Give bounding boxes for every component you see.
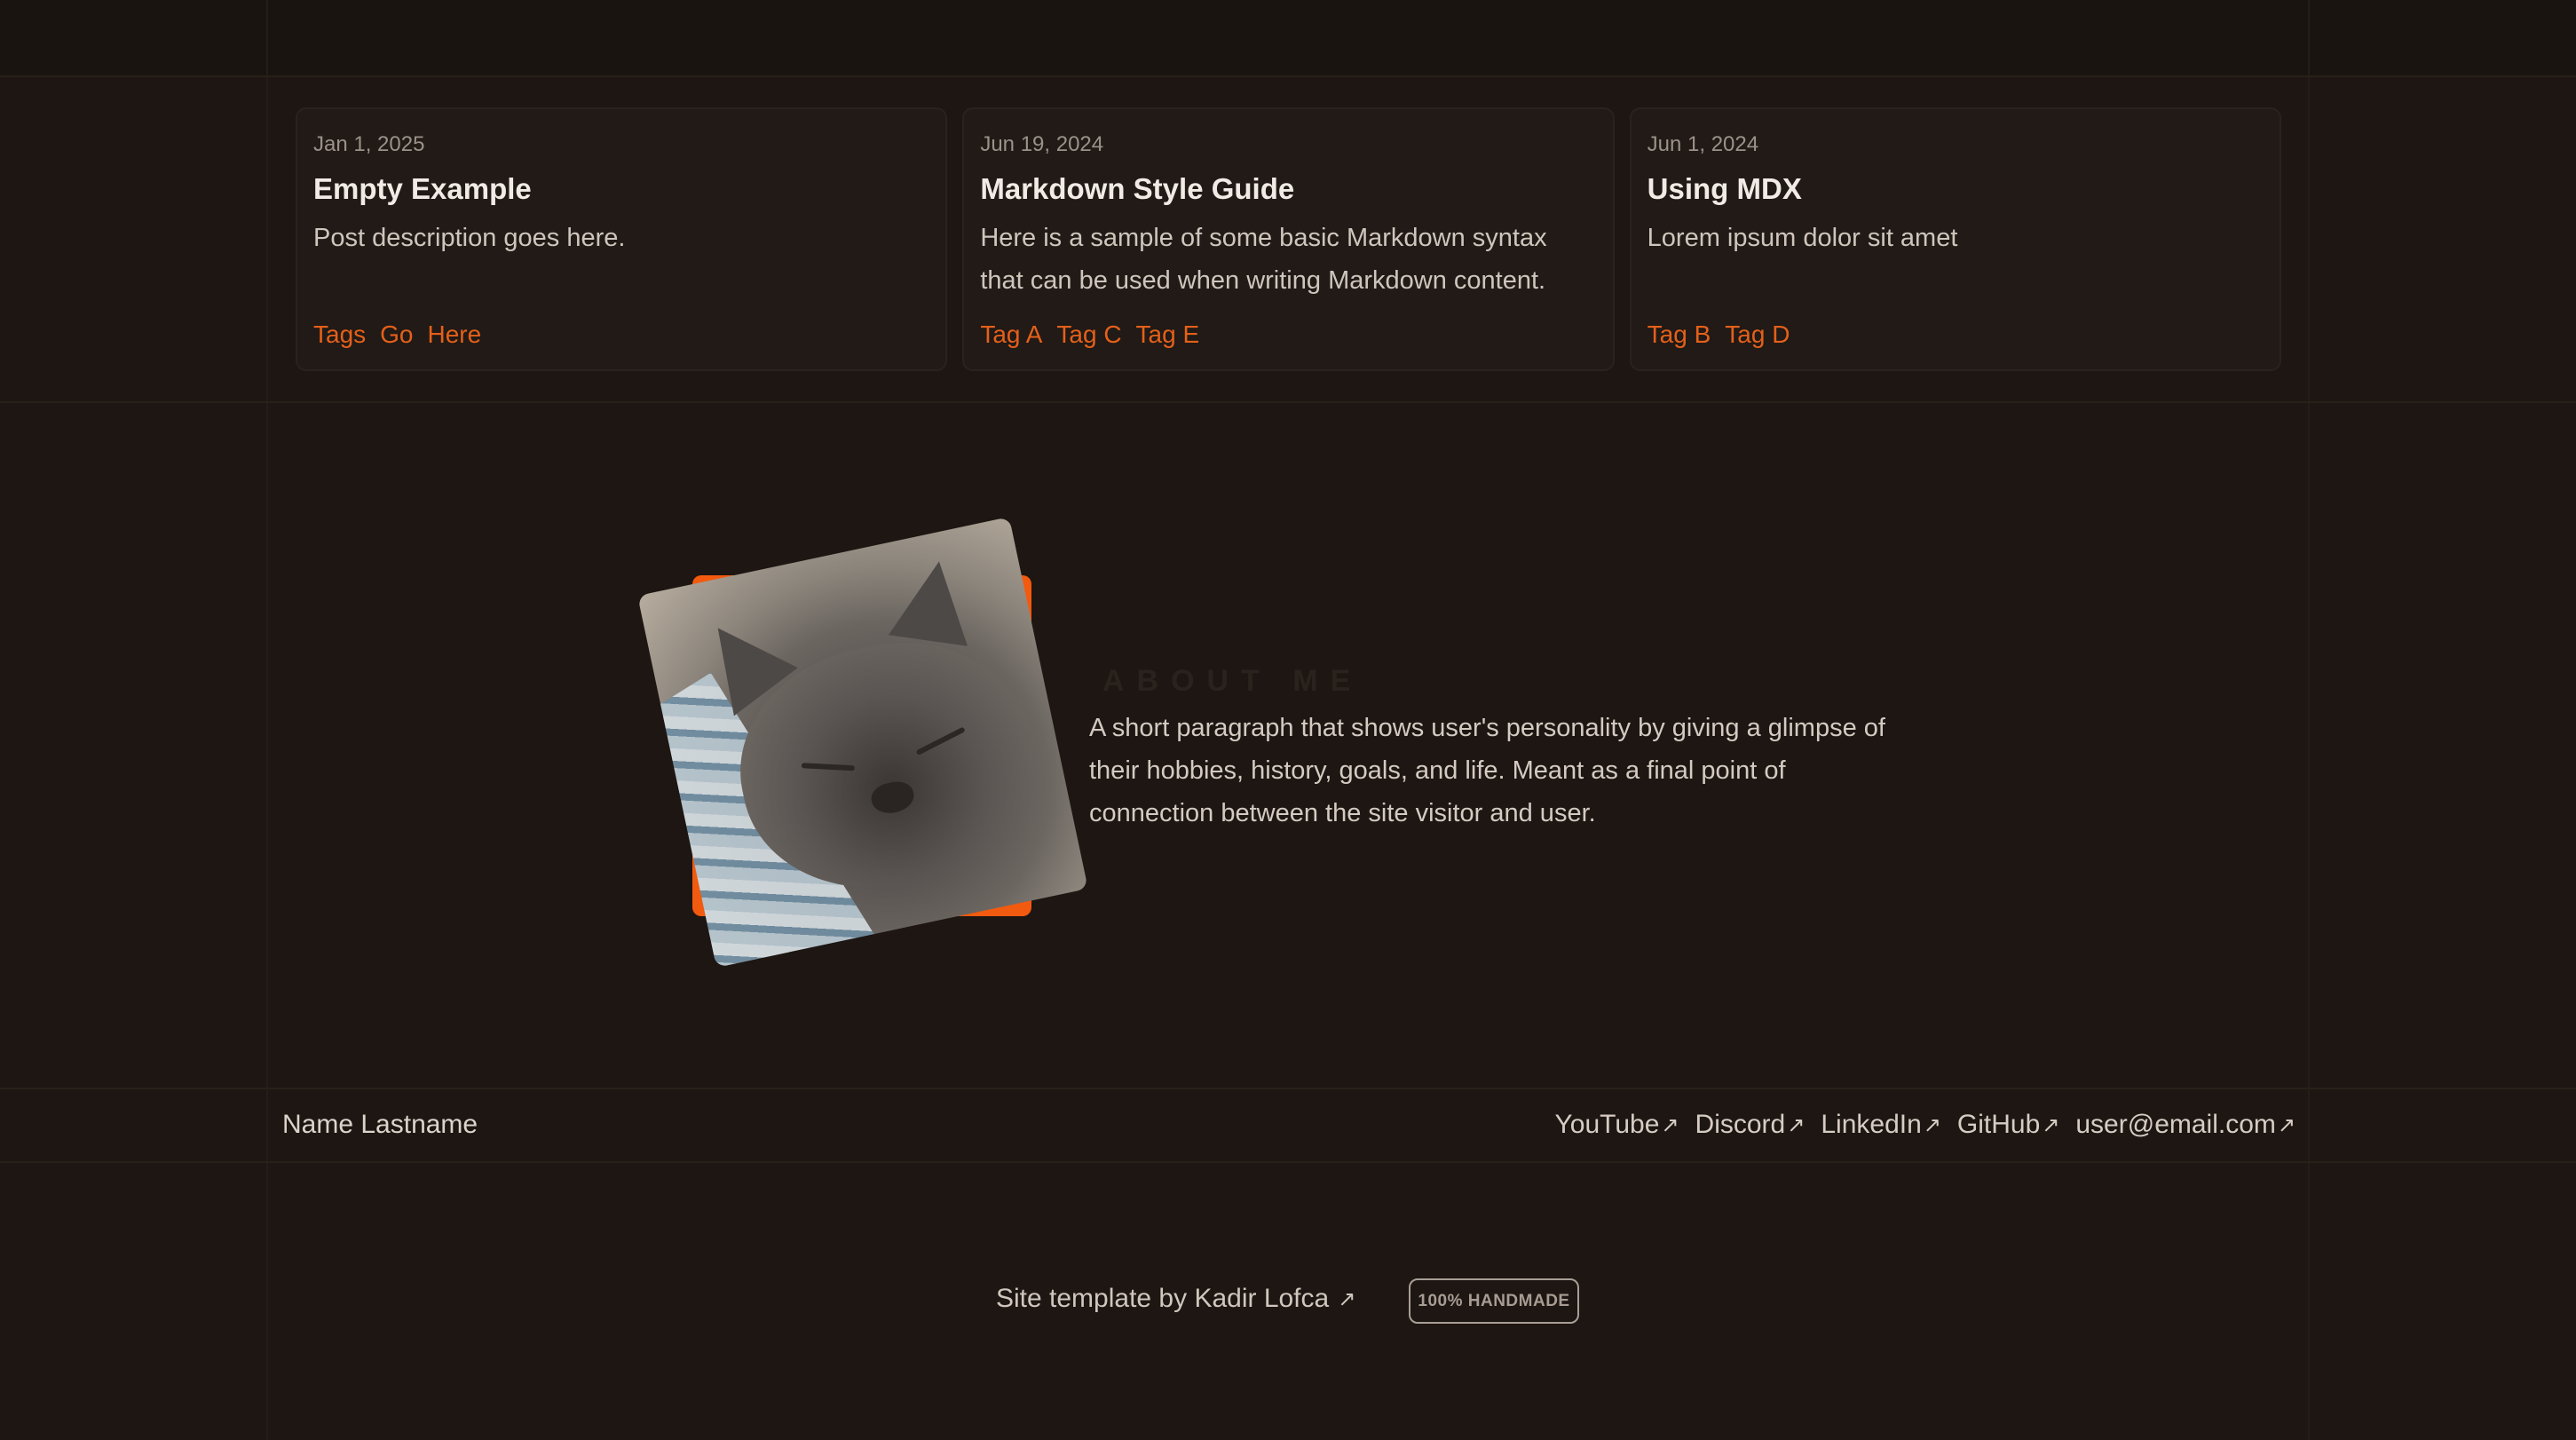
handmade-badge: 100% HANDMADE: [1409, 1278, 1579, 1324]
about-heading: ABOUT ME: [1102, 664, 1363, 698]
tag-link[interactable]: Tag C: [1056, 320, 1121, 349]
link-label: user@email.com: [2075, 1110, 2276, 1139]
tag-link[interactable]: Go: [380, 320, 413, 349]
discord-link[interactable]: Discord ↗: [1695, 1110, 1806, 1140]
arrow-up-right-icon: ↗: [1661, 1112, 1679, 1137]
email-link[interactable]: user@email.com ↗: [2075, 1110, 2295, 1140]
grid-line: [0, 75, 2576, 77]
github-link[interactable]: GitHub ↗: [1957, 1110, 2059, 1140]
post-description: Post description goes here.: [313, 224, 626, 252]
post-tags: Tags Go Here: [313, 320, 481, 349]
link-label: Discord: [1695, 1110, 1786, 1139]
tag-link[interactable]: Tag D: [1725, 320, 1790, 349]
tag-link[interactable]: Tag B: [1648, 320, 1711, 349]
post-card[interactable]: Jun 19, 2024 Markdown Style Guide Here i…: [962, 107, 1615, 371]
post-description: Here is a sample of some basic Markdown …: [980, 224, 1547, 295]
post-title[interactable]: Using MDX: [1648, 172, 2264, 206]
credit-label: Site template by Kadir Lofca: [996, 1284, 1330, 1313]
linkedin-link[interactable]: LinkedIn ↗: [1821, 1110, 1941, 1140]
tag-link[interactable]: Tag E: [1136, 320, 1200, 349]
post-card[interactable]: Jan 1, 2025 Empty Example Post descripti…: [296, 107, 948, 371]
post-description: Lorem ipsum dolor sit amet: [1647, 224, 1958, 252]
arrow-up-right-icon: ↗: [2042, 1112, 2060, 1137]
post-tags: Tag A Tag C Tag E: [980, 320, 1199, 349]
tag-link[interactable]: Tags: [313, 320, 366, 349]
arrow-up-right-icon: ↗: [1338, 1286, 1356, 1311]
youtube-link[interactable]: YouTube ↗: [1555, 1110, 1679, 1140]
page: Jan 1, 2025 Empty Example Post descripti…: [0, 0, 2576, 1440]
post-title[interactable]: Empty Example: [313, 172, 929, 206]
link-label: LinkedIn: [1821, 1110, 1922, 1139]
cat-photo: [637, 517, 1088, 968]
link-label: GitHub: [1956, 1110, 2041, 1139]
grid-line: [0, 1161, 2576, 1163]
social-links: YouTube ↗ Discord ↗ LinkedIn ↗ GitHub ↗ user…: [1555, 1110, 2295, 1140]
post-date: Jun 1, 2024: [1647, 132, 1759, 156]
post-date: Jan 1, 2025: [313, 132, 425, 156]
cat-ear-right: [888, 556, 979, 646]
post-title[interactable]: Markdown Style Guide: [980, 172, 1596, 206]
top-band: [0, 0, 2576, 76]
arrow-up-right-icon: ↗: [1923, 1112, 1941, 1137]
grid-line: [0, 1088, 2576, 1089]
post-tags: Tag B Tag D: [1648, 320, 1790, 349]
arrow-up-right-icon: ↗: [2277, 1112, 2295, 1137]
post-date: Jun 19, 2024: [980, 132, 1104, 156]
tag-link[interactable]: Here: [428, 320, 482, 349]
tag-link[interactable]: Tag A: [980, 320, 1042, 349]
grid-line: [266, 0, 268, 1440]
about-paragraph: A short paragraph that shows user's pers…: [1089, 714, 1885, 827]
post-card[interactable]: Jun 1, 2024 Using MDX Lorem ipsum dolor …: [1629, 107, 2281, 371]
template-credit-link[interactable]: Site template by Kadir Lofca ↗: [996, 1284, 1355, 1314]
post-list: Jan 1, 2025 Empty Example Post descripti…: [296, 107, 2281, 371]
arrow-up-right-icon: ↗: [1787, 1112, 1806, 1137]
footer-name: Name Lastname: [282, 1110, 478, 1139]
link-label: YouTube: [1554, 1110, 1660, 1139]
grid-line: [2308, 0, 2310, 1440]
grid-line: [0, 401, 2576, 403]
